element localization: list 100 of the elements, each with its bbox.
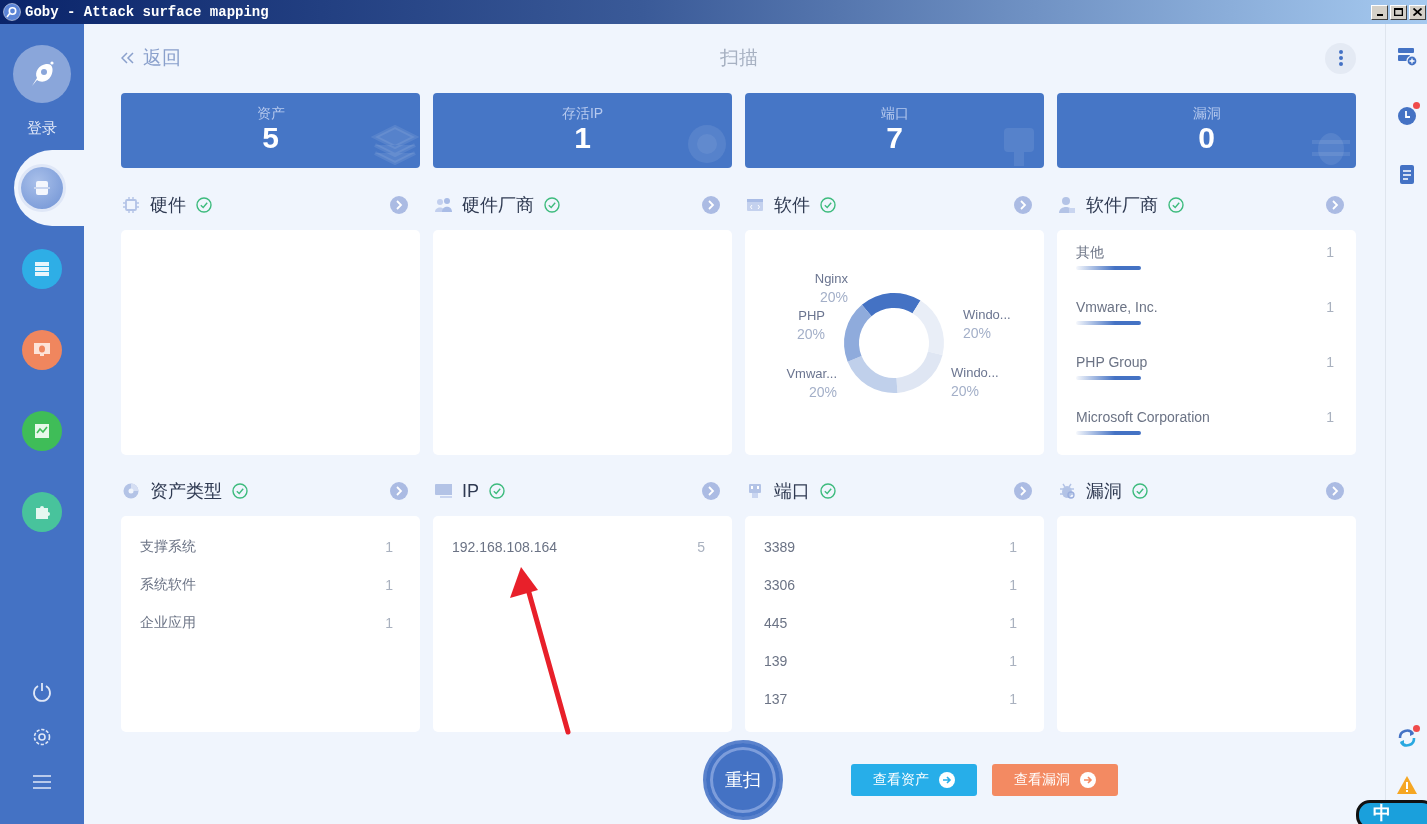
slice-value: 20% — [963, 325, 992, 341]
pie-icon — [122, 482, 140, 500]
nav-button[interactable] — [22, 249, 62, 289]
slice-label: Vmwar... — [786, 366, 837, 381]
toolbar-button[interactable] — [1395, 104, 1418, 126]
list-item-label: 137 — [764, 691, 788, 707]
list-item-label: 系统软件 — [140, 576, 196, 594]
list-item-label: 3389 — [764, 539, 796, 555]
action-button[interactable]: 查看漏洞 — [992, 764, 1118, 796]
count-value: 1 — [1326, 408, 1334, 427]
slice-value: 20% — [819, 289, 848, 305]
minimize-icon — [1376, 14, 1383, 16]
chevron-right-icon — [1331, 486, 1339, 496]
minimize-button[interactable] — [1371, 4, 1388, 20]
nav-button[interactable] — [22, 492, 62, 532]
warning-icon — [1395, 774, 1418, 796]
add-task-icon — [1395, 45, 1418, 67]
login-label: 登录 — [27, 119, 57, 137]
stat-label: 存活IP — [561, 103, 604, 122]
clock-icon — [1395, 104, 1418, 126]
nav-button[interactable] — [22, 330, 62, 370]
slice-value: 20% — [796, 326, 825, 342]
rescan-button[interactable]: 重扫 — [703, 740, 783, 820]
count-value: 1 — [1009, 653, 1017, 669]
count-value: 1 — [1009, 577, 1017, 593]
chevron-right-icon — [395, 200, 403, 210]
toolbar-button[interactable] — [1395, 774, 1418, 796]
slice-label: Windo... — [963, 307, 1011, 322]
more-button[interactable] — [1325, 42, 1356, 74]
list-item-label: 企业应用 — [140, 614, 196, 632]
toolbar-button[interactable] — [1395, 45, 1418, 67]
stat-value: 0 — [1198, 121, 1215, 154]
vendor-name: Vmware, Inc. — [1076, 298, 1158, 316]
chevron-right-icon — [1331, 200, 1339, 210]
layers-icon — [370, 122, 420, 168]
stat-value: 1 — [574, 121, 591, 154]
panel-title: 软件厂商 — [1086, 194, 1158, 216]
panel-title: 软件 — [774, 194, 810, 216]
count-value: 1 — [1326, 298, 1334, 317]
underline-bar — [1076, 431, 1141, 435]
people-icon — [434, 196, 452, 214]
stat-value: 5 — [262, 121, 279, 154]
panel-title: 硬件 — [150, 194, 186, 216]
chevron-right-icon — [707, 200, 715, 210]
count-value: 1 — [1009, 615, 1017, 631]
count-value: 1 — [385, 539, 393, 555]
slice-label: Windo... — [951, 365, 999, 380]
list-item-label: 445 — [764, 615, 788, 631]
count-value: 1 — [1326, 243, 1334, 262]
chip-icon — [122, 196, 140, 214]
close-icon — [1413, 8, 1422, 16]
panel-title: IP — [462, 480, 479, 502]
count-value: 1 — [1326, 353, 1334, 372]
notification-dot — [1412, 102, 1420, 109]
chevron-right-icon — [395, 486, 403, 496]
power-icon — [31, 681, 53, 703]
slice-label: Nginx — [814, 271, 848, 286]
panel-title: 硬件厂商 — [462, 194, 534, 216]
settings-icon — [31, 726, 53, 748]
stat-label: 资产 — [256, 103, 285, 122]
panel-title: 资产类型 — [150, 480, 222, 502]
ime-mode-label: 中 — [1373, 803, 1391, 823]
stat-label: 端口 — [880, 103, 909, 122]
list-item-label: 支撑系统 — [140, 538, 196, 556]
list-item-label: 3306 — [764, 577, 796, 593]
panel-title: 漏洞 — [1086, 480, 1122, 502]
settings-button[interactable] — [31, 726, 53, 748]
stat-value: 7 — [886, 121, 903, 154]
underline-bar — [1076, 376, 1141, 380]
monitor-icon — [434, 482, 452, 500]
vendor-name: PHP Group — [1076, 353, 1148, 371]
nav-button[interactable] — [21, 167, 63, 209]
close-button[interactable] — [1409, 4, 1426, 20]
stat-label: 漏洞 — [1192, 103, 1221, 122]
vendor-name: Microsoft Corporation — [1076, 408, 1210, 426]
vendor-name: 其他 — [1076, 243, 1105, 261]
app-logo-icon — [3, 3, 21, 21]
nav-button[interactable] — [22, 411, 62, 451]
back-button[interactable]: 返回 — [121, 45, 181, 71]
arrow-right-circle-icon — [939, 772, 955, 788]
notification-dot — [1412, 725, 1420, 732]
chevron-right-icon — [1019, 486, 1027, 496]
window-title: Goby - Attack surface mapping — [25, 4, 269, 20]
ime-indicator[interactable]: 中 — [1356, 800, 1427, 824]
count-value: 1 — [1009, 539, 1017, 555]
arrow-right-circle-icon — [1080, 772, 1096, 788]
slice-value: 20% — [951, 383, 980, 399]
count-value: 1 — [385, 615, 393, 631]
count-value: 5 — [697, 539, 705, 555]
maximize-button[interactable] — [1390, 4, 1407, 20]
code-window-icon — [746, 196, 764, 214]
list-item-label: 192.168.108.164 — [452, 539, 558, 555]
count-value: 1 — [385, 577, 393, 593]
chevron-right-icon — [1019, 200, 1027, 210]
power-button[interactable] — [31, 681, 53, 703]
chevron-right-icon — [707, 486, 715, 496]
user-icon — [1058, 196, 1076, 214]
action-button[interactable]: 查看资产 — [851, 764, 977, 796]
page-title: 扫描 — [720, 46, 758, 70]
slice-label: PHP — [798, 308, 825, 323]
